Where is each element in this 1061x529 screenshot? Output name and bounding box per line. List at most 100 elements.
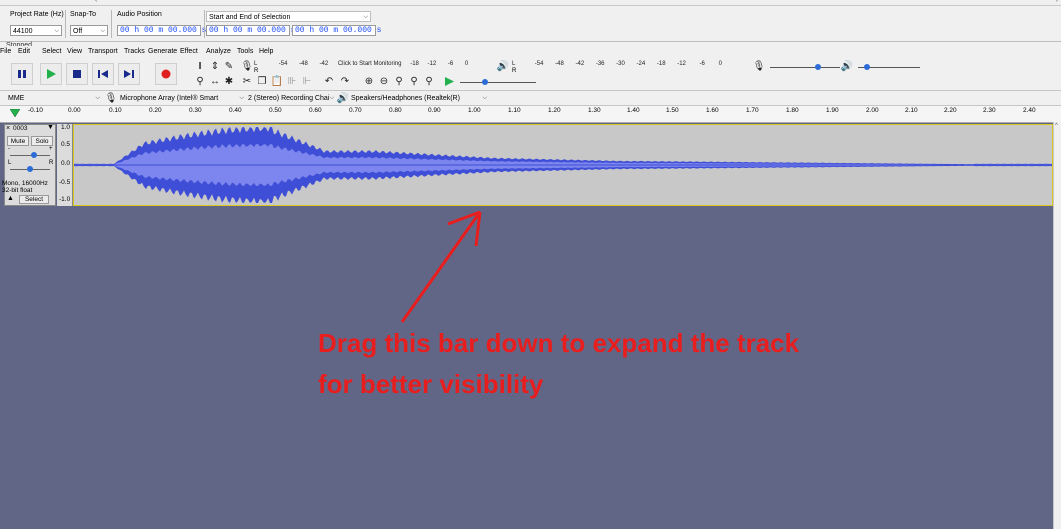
playback-device-select[interactable]: Speakers/Headphones (Realtek(R) ⌵: [349, 93, 489, 104]
fit-project-icon[interactable]: ⚲: [407, 75, 421, 88]
speaker-icon: 🔊: [336, 93, 350, 104]
ruler-tick: 0.00: [68, 107, 81, 114]
copy-icon[interactable]: ❐: [255, 75, 269, 88]
draw-tool-icon[interactable]: ✎: [222, 60, 236, 73]
multi-tool-icon[interactable]: ✱: [222, 75, 236, 88]
waveform-area[interactable]: [73, 124, 1053, 206]
project-rate-value: 44100: [13, 28, 33, 35]
timeline-ruler[interactable]: -0.10 0.00 0.10 0.20 0.30 0.40 0.50 0.60…: [0, 106, 1061, 123]
skip-to-start-button[interactable]: [92, 63, 114, 85]
meter-tick: -6: [447, 61, 454, 67]
meter-tick: -36: [595, 61, 605, 67]
amplitude-scale[interactable]: 1.0 0.5 0.0 -0.5 -1.0: [57, 124, 73, 206]
chevron-down-icon: ⌵: [54, 28, 59, 34]
recording-volume-slider[interactable]: [770, 67, 840, 68]
project-rate-select[interactable]: 44100 ⌵: [10, 25, 62, 36]
track-info-format: 32-bit float: [2, 187, 33, 194]
ruler-tick: 0.70: [349, 107, 362, 114]
ruler-tick: 0.90: [428, 107, 441, 114]
scale-label: 1.0: [61, 124, 71, 131]
selection-mode-select[interactable]: Start and End of Selection ⌵: [206, 11, 371, 22]
fit-selection-icon[interactable]: ⚲: [392, 75, 406, 88]
meter-tick: -42: [319, 61, 329, 67]
menu-effect[interactable]: Effect: [180, 48, 198, 55]
slider-thumb[interactable]: [31, 152, 37, 158]
ruler-tick: 1.60: [706, 107, 719, 114]
click-to-monitor-label[interactable]: Click to Start Monitoring: [338, 61, 402, 67]
meter-tick: -12: [427, 61, 437, 67]
envelope-tool-icon[interactable]: ⇕: [208, 60, 222, 73]
ruler-tick: 1.50: [666, 107, 679, 114]
selection-tool-icon[interactable]: I: [193, 60, 207, 73]
trim-icon[interactable]: ⊪: [285, 75, 299, 88]
ruler-tick: 2.40: [1023, 107, 1036, 114]
audio-host-select[interactable]: MME ⌵: [6, 93, 102, 104]
close-track-icon[interactable]: ×: [6, 125, 10, 132]
selection-start-field[interactable]: 00 h 00 m 00.000 s: [206, 25, 295, 36]
annotation-line-2: for better visibility: [318, 369, 544, 399]
snap-to-select[interactable]: Off ⌵: [70, 25, 108, 36]
channels-select[interactable]: 2 (Stereo) Recording Chai ⌵: [246, 93, 336, 104]
solo-button[interactable]: Solo: [31, 136, 53, 146]
audio-position-field[interactable]: 00 h 00 m 00.000 s: [117, 25, 206, 36]
slider-thumb[interactable]: [482, 79, 488, 85]
meter-l-label: L: [254, 61, 258, 67]
selection-mode-label: Start and End of Selection: [209, 14, 291, 21]
slider-thumb[interactable]: [27, 166, 33, 172]
main-toolbar: I ⇕ ✎ ⚲ ↔ ✱ 🎙 L -54 -48 -42 Click to Sta…: [0, 58, 1061, 91]
ruler-tick: 0.40: [229, 107, 242, 114]
scale-label: 0.5: [61, 141, 71, 148]
zoom-toggle-icon[interactable]: ⚲: [422, 75, 436, 88]
record-meter[interactable]: L -54 -48 -42 Click to Start Monitoring …: [254, 61, 468, 72]
menu-view[interactable]: View: [67, 48, 82, 55]
scroll-right-icon[interactable]: ›: [1056, 0, 1058, 4]
menu-tools[interactable]: Tools: [237, 48, 253, 55]
chevron-down-icon: ⌵: [329, 95, 334, 101]
undo-icon[interactable]: ↶: [322, 75, 336, 88]
skip-to-end-button[interactable]: [118, 63, 140, 85]
menu-transport[interactable]: Transport: [88, 48, 118, 55]
play-button[interactable]: [40, 63, 62, 85]
pause-button[interactable]: [11, 63, 33, 85]
menu-analyze[interactable]: Analyze: [206, 48, 231, 55]
track-name[interactable]: 0003: [13, 125, 27, 132]
track-menu-chevron-down-icon[interactable]: ▼: [47, 124, 54, 131]
paste-icon[interactable]: 📋: [270, 75, 284, 88]
record-button[interactable]: [155, 63, 177, 85]
scroll-up-icon[interactable]: ^: [1055, 123, 1058, 129]
gain-slider[interactable]: [10, 155, 50, 156]
menu-bar: File Edit Select View Transport Tracks G…: [0, 47, 1061, 58]
recording-device-select[interactable]: Microphone Array (Intel® Smart ⌵: [118, 93, 246, 104]
menu-edit[interactable]: Edit: [18, 48, 30, 55]
play-meter[interactable]: L -54 -48 -42 -36 -30 -24 -18 -12 -6 0: [512, 61, 722, 72]
slider-thumb[interactable]: [815, 64, 821, 70]
menu-generate[interactable]: Generate: [148, 48, 177, 55]
menu-tracks[interactable]: Tracks: [124, 48, 145, 55]
redo-icon[interactable]: ↷: [338, 75, 352, 88]
ruler-tick: -0.10: [28, 107, 43, 114]
chevron-down-icon: ⌵: [363, 14, 368, 20]
zoom-in-icon[interactable]: ⊕: [362, 75, 376, 88]
pin-playhead-icon[interactable]: [10, 109, 20, 118]
mute-button[interactable]: Mute: [7, 136, 29, 146]
zoom-tool-icon[interactable]: ⚲: [193, 75, 207, 88]
menu-file[interactable]: File: [0, 48, 11, 55]
scroll-left-icon[interactable]: ‹: [95, 0, 97, 4]
play-at-speed-icon[interactable]: [445, 77, 454, 86]
scale-label: 0.0: [61, 160, 71, 167]
skip-to-start-icon: [98, 70, 108, 78]
speaker-icon: 🔊: [840, 61, 854, 72]
menu-select[interactable]: Select: [42, 48, 61, 55]
cut-icon[interactable]: ✂: [240, 75, 254, 88]
vertical-scrollbar[interactable]: ^: [1053, 122, 1061, 529]
stop-button[interactable]: [66, 63, 88, 85]
slider-thumb[interactable]: [864, 64, 870, 70]
collapse-icon[interactable]: ▲: [7, 195, 14, 202]
play-speed-slider[interactable]: [460, 82, 536, 83]
selection-end-field[interactable]: 00 h 00 m 00.000 s: [292, 25, 381, 36]
zoom-out-icon[interactable]: ⊖: [377, 75, 391, 88]
silence-icon[interactable]: ⊩: [300, 75, 314, 88]
select-button[interactable]: Select: [19, 195, 49, 204]
menu-help[interactable]: Help: [259, 48, 273, 55]
timeshift-tool-icon[interactable]: ↔: [208, 75, 222, 88]
